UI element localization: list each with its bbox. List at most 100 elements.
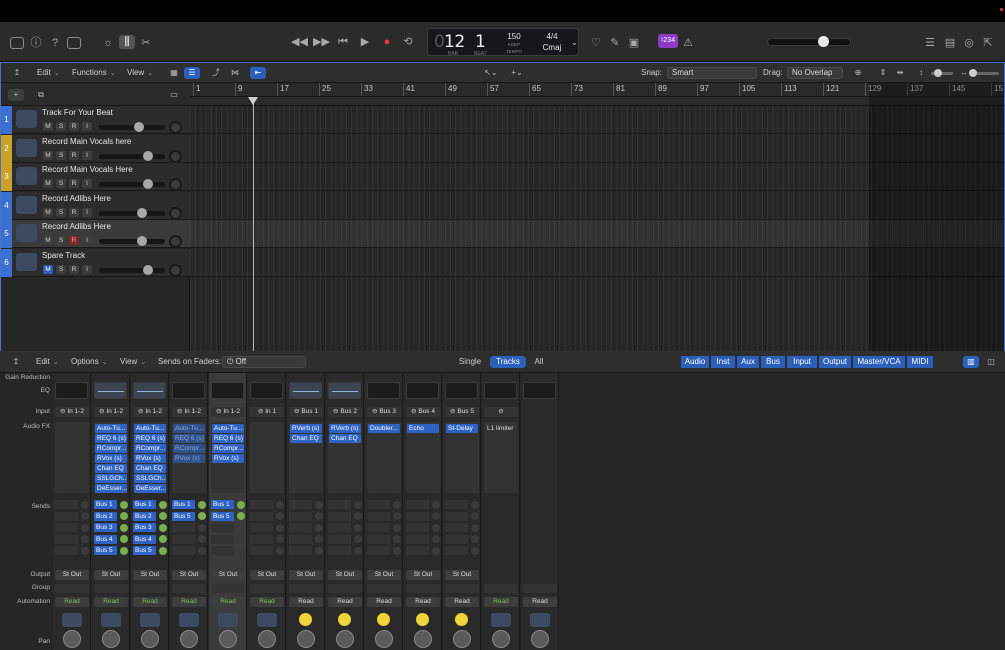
forward-icon[interactable]: ▶▶ [313, 35, 330, 49]
master-volume-knob[interactable] [818, 36, 829, 47]
track-name[interactable]: Record Main Vocals Here [42, 165, 133, 174]
send-level-knob[interactable] [159, 546, 167, 555]
track-r-button[interactable]: R [69, 122, 79, 131]
output-slot[interactable]: St Out [55, 570, 89, 580]
audio-fx-slot[interactable]: REQ 6 (s) [212, 434, 244, 443]
channel-strip[interactable]: ⊖ Bus 1 RVerb (s) Chan EQ St Out Read [287, 373, 325, 650]
output-slot[interactable]: St Out [211, 570, 245, 580]
automation-mode[interactable]: Read [55, 597, 89, 607]
send-slot[interactable] [55, 534, 78, 544]
track-r-button[interactable]: R [69, 236, 79, 245]
send-slot[interactable] [328, 534, 351, 544]
view-all[interactable]: All [528, 356, 550, 368]
audio-fx-area[interactable] [250, 422, 284, 493]
send-slot[interactable] [250, 534, 273, 544]
send-slot[interactable] [445, 523, 468, 532]
track-volume-slider[interactable] [99, 239, 165, 244]
send-level-knob[interactable] [198, 523, 206, 532]
send-slot[interactable] [172, 523, 195, 532]
track-r-button[interactable]: R [69, 264, 79, 274]
automation-mode[interactable]: Read [94, 597, 128, 607]
track-r-button[interactable]: R [69, 179, 79, 188]
input-slot[interactable]: ⊖ Bus 3 [367, 407, 401, 417]
send-level-knob[interactable] [432, 523, 440, 532]
audio-fx-slot[interactable]: RCompr... [212, 444, 244, 453]
pan-knob[interactable] [258, 630, 276, 648]
send-slot[interactable] [289, 546, 312, 555]
group-slot[interactable] [211, 584, 245, 593]
list-editors-icon[interactable]: ☰ [922, 36, 938, 50]
send-level-knob[interactable] [276, 535, 284, 543]
track-i-button[interactable]: I [82, 122, 92, 131]
audio-fx-slot[interactable]: St-Delay [446, 424, 478, 433]
eq-display[interactable] [445, 382, 478, 399]
send-level-knob[interactable] [432, 512, 440, 520]
group-slot[interactable] [484, 584, 518, 593]
send-level-knob[interactable] [471, 535, 479, 543]
eq-display[interactable] [289, 382, 322, 399]
filter-output[interactable]: Output [819, 356, 851, 368]
send-level-knob[interactable] [393, 523, 401, 532]
channel-strip[interactable]: Read [521, 373, 559, 650]
track-pan-knob[interactable] [169, 206, 182, 220]
audio-fx-slot[interactable]: Auto-Tu... [95, 424, 127, 433]
send-slot[interactable] [445, 511, 468, 521]
send-level-knob[interactable] [276, 500, 284, 509]
waveform-zoom-icon[interactable]: ⊕ [850, 67, 866, 79]
channel-strip[interactable]: ⊖ In 1 St Out Read [248, 373, 286, 650]
group-slot[interactable] [94, 584, 128, 593]
track-pan-knob[interactable] [169, 235, 182, 248]
track-header[interactable]: 6 Spare Track M S R I [1, 248, 190, 277]
channel-strip[interactable]: ⊖ In 1-2 Auto-Tu... REQ 6 (s) RCompr... RVox… [209, 373, 247, 650]
drag-select[interactable]: No Overlap [787, 67, 843, 79]
track-s-button[interactable]: S [56, 236, 66, 245]
send-level-knob[interactable] [432, 535, 440, 543]
send-level-knob[interactable] [198, 546, 206, 555]
output-slot[interactable]: St Out [133, 570, 167, 580]
send-level-knob[interactable] [276, 546, 284, 555]
send-slot[interactable]: Bus 3 [133, 523, 156, 532]
playhead[interactable] [253, 97, 254, 351]
audio-fx-slot[interactable]: DeEsser... [95, 484, 127, 493]
send-slot[interactable]: Bus 5 [172, 511, 195, 521]
group-slot[interactable] [445, 584, 479, 593]
audio-fx-slot[interactable]: RCompr... [95, 444, 127, 453]
track-name[interactable]: Record Adlibs Here [42, 194, 111, 203]
track-volume-knob[interactable] [137, 207, 148, 218]
input-slot[interactable]: ⊖ In 1 [250, 407, 284, 417]
audio-fx-slot[interactable]: L1 limiter [485, 424, 517, 433]
send-slot[interactable] [328, 511, 351, 521]
send-slot[interactable] [55, 500, 78, 509]
send-level-knob[interactable] [81, 523, 89, 532]
send-level-knob[interactable] [198, 535, 206, 543]
track-m-button[interactable]: M [43, 122, 53, 131]
track-m-button[interactable]: M [43, 264, 53, 274]
audio-fx-slot[interactable]: DeEsser... [134, 484, 166, 493]
send-level-knob[interactable] [354, 512, 362, 520]
track-pan-knob[interactable] [169, 263, 182, 277]
send-slot[interactable]: Bus 1 [211, 500, 234, 509]
send-slot[interactable]: Bus 1 [172, 500, 195, 509]
pan-knob[interactable] [180, 630, 198, 648]
track-volume-knob[interactable] [137, 236, 148, 246]
mixer-back-icon[interactable]: ↥ [8, 356, 24, 368]
count-in-icon[interactable]: ▣ [626, 36, 642, 50]
horizontal-fit-icon[interactable]: ⇹ [892, 67, 908, 79]
horizontal-zoom-knob[interactable] [969, 69, 977, 77]
input-slot[interactable]: ⊖ In 1-2 [211, 407, 245, 417]
input-slot[interactable]: ⊖ In 1-2 [172, 407, 206, 417]
track-s-button[interactable]: S [56, 264, 66, 274]
eq-display[interactable] [523, 382, 556, 399]
library-icon[interactable] [10, 37, 24, 49]
notepad-icon[interactable]: ▤ [942, 36, 958, 50]
track-m-button[interactable]: M [43, 236, 53, 245]
pan-knob[interactable] [141, 630, 159, 648]
send-level-knob[interactable] [198, 500, 206, 509]
automation-mode[interactable]: Read [289, 597, 323, 607]
send-slot[interactable]: Bus 5 [94, 546, 117, 555]
send-level-knob[interactable] [276, 523, 284, 532]
send-slot[interactable] [406, 500, 429, 509]
master-volume-slider[interactable] [767, 38, 851, 46]
tracks-menu-functions[interactable]: Functions ⌄ [72, 67, 116, 79]
track-volume-slider[interactable] [99, 182, 165, 187]
